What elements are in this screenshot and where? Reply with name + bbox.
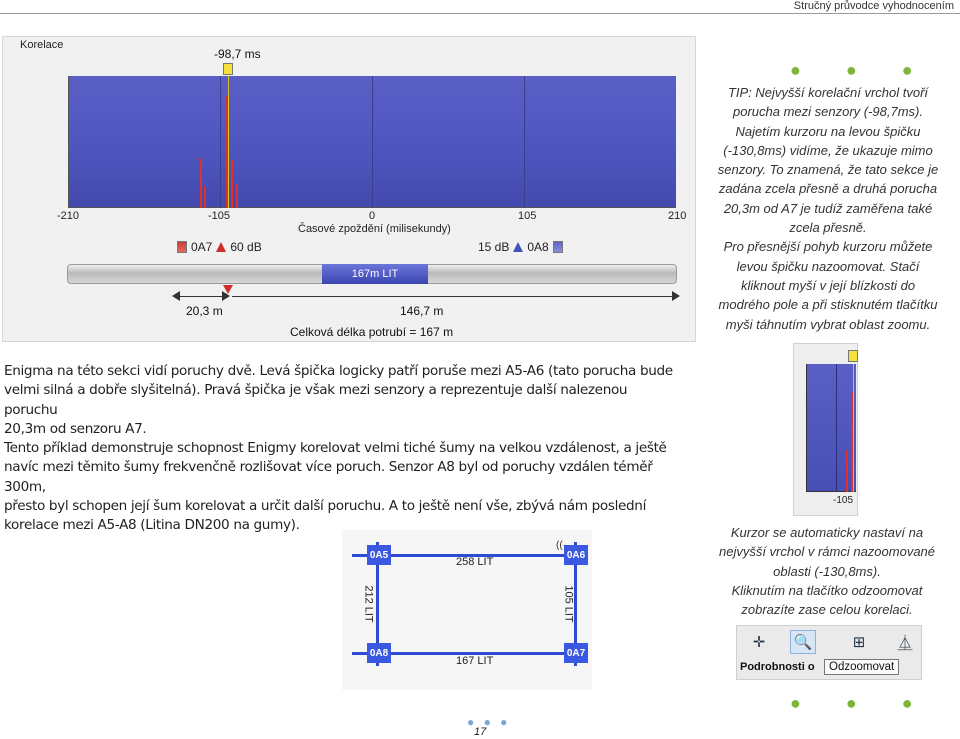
axis-label: Časové zpoždění (milisekundy)	[298, 223, 451, 235]
network-icon[interactable]: ⊞	[846, 630, 872, 654]
cursor-handle[interactable]	[223, 63, 233, 75]
tip-line: TIP: Nejvyšší korelační vrchol tvoří	[727, 85, 929, 100]
paragraph: Tento příklad demonstruje schopnost Enig…	[4, 439, 684, 535]
cursor-handle[interactable]	[848, 350, 858, 362]
sensor-level-icon	[552, 241, 563, 253]
cursor-cross-icon[interactable]: ✛	[746, 630, 772, 654]
decorative-dots: ● ● ●	[790, 693, 933, 713]
tip-line: myši táhnutím vybrat oblast zoomu.	[725, 316, 931, 332]
cursor-line	[853, 364, 854, 492]
tick-label: 210	[668, 210, 687, 222]
grid-line	[372, 76, 373, 208]
decorative-dots: ● ● ●	[790, 60, 933, 80]
paragraph: Enigma na této sekci vidí poruchy dvě. L…	[4, 362, 684, 439]
paragraph-line: 20,3m od senzoru A7.	[4, 420, 147, 437]
grid-line	[524, 76, 525, 208]
tip-line: senzory. To znamená, že tato sekce je	[717, 162, 939, 178]
zoom-caption: Kurzor se automaticky nastaví na nejvyšš…	[698, 523, 956, 619]
tick-label: -210	[57, 210, 80, 222]
tip-line: zcela přesně.	[789, 220, 867, 236]
cursor-line	[228, 76, 229, 208]
edge-label: 258 LIT	[456, 556, 494, 568]
edge-label: 105 LIT	[562, 585, 575, 623]
right-sensor-indicator: 15 dB 0A8	[478, 240, 563, 254]
tip-line: zadána zcela přesně a druhá porucha	[718, 181, 938, 197]
correlation-peak	[236, 184, 238, 208]
distance-right-label: 146,7 m	[400, 304, 444, 318]
tip-line: levou špičku nazoomovat. Stačí	[736, 258, 920, 274]
tip-line: (-130,8ms) vidíme, že ukazuje mimo	[723, 142, 933, 158]
page-number: 17	[474, 726, 487, 738]
tip-line: kliknout myší v její blízkosti do	[740, 277, 916, 293]
edge-label: 167 LIT	[456, 655, 494, 667]
paragraph-line: přesto byl schopen její šum korelovat a …	[4, 497, 646, 514]
header-divider	[0, 13, 960, 14]
sensor-level-icon	[177, 241, 187, 253]
signal-icon: ((·	[556, 540, 566, 551]
unzoom-tooltip: Odzoomovat	[824, 659, 900, 675]
sensor-name: 0A8	[527, 240, 549, 254]
sensor-node[interactable]: 0A8	[367, 643, 391, 663]
edge-label: 212 LIT	[362, 585, 375, 623]
zoom-icon[interactable]: 🔍	[790, 630, 816, 654]
spectrum-icon[interactable]: ⏅	[892, 630, 918, 654]
tick-label: 105	[518, 210, 537, 222]
arrow-right-icon	[222, 291, 230, 301]
arrow-right-icon	[672, 291, 680, 301]
paragraph-line: Tento příklad demonstruje schopnost Enig…	[4, 440, 667, 456]
details-button[interactable]: Podrobnosti o	[740, 661, 815, 673]
caption-line: Kurzor se automaticky nastaví na	[730, 525, 924, 540]
grid-line	[220, 76, 221, 208]
caption-line: nejvyšší vrchol v rámci nazoomované	[718, 544, 936, 560]
sensor-triangle-icon	[216, 242, 227, 252]
correlation-peak	[846, 450, 848, 492]
correlation-peak	[204, 186, 206, 208]
running-header: Stručný průvodce vyhodnocením	[793, 0, 954, 12]
sensor-node[interactable]: 0A5	[367, 545, 391, 565]
paragraph-line: velmi silná a dobře slyšitelná). Pravá š…	[4, 382, 628, 418]
grid-line	[836, 364, 837, 492]
caption-line: oblasti (-130,8ms).	[773, 563, 881, 579]
pipe-label: 167m LIT	[322, 264, 428, 284]
tip-line: porucha mezi senzory (-98,7ms).	[732, 104, 923, 120]
distance-left-label: 20,3 m	[186, 304, 223, 318]
tip-line: Najetím kurzoru na levou špičku	[735, 123, 921, 139]
sensor-level: 60 dB	[230, 240, 262, 254]
caption-line: Kliknutím na tlačítko odzoomovat	[731, 582, 923, 598]
correlation-peak	[231, 160, 233, 208]
left-sensor-indicator: 0A7 60 dB	[177, 240, 262, 254]
sensor-triangle-icon	[513, 242, 524, 252]
sensor-name: 0A7	[191, 240, 213, 254]
tip-line: 20,3m od A7 je tudíž zaměřena také	[723, 200, 933, 216]
measure-line	[176, 296, 226, 297]
paragraph-line: navíc mezi těmito šumy frekvenčně rozliš…	[4, 459, 653, 495]
tick-label: -105	[208, 210, 231, 222]
zoom-plot[interactable]	[806, 364, 856, 492]
cursor-value: -98,7 ms	[214, 47, 261, 61]
sensor-level: 15 dB	[478, 240, 510, 254]
paragraph-line: Enigma na této sekci vidí poruchy dvě. L…	[4, 363, 673, 379]
measure-line	[232, 296, 674, 297]
total-length-label: Celková délka potrubí = 167 m	[290, 325, 454, 339]
sensor-node[interactable]: 0A6	[564, 545, 588, 565]
tick-label: -105	[833, 495, 854, 506]
tip-line: Pro přesnější pohyb kurzoru můžete	[723, 239, 933, 255]
caption-line: zobrazíte zase celou korelaci.	[741, 602, 913, 618]
correlation-peak	[200, 158, 202, 208]
tip-text: TIP: Nejvyšší korelační vrchol tvoří por…	[700, 83, 956, 334]
tip-line: modrého pole a při stisknutém tlačítku	[718, 297, 938, 313]
correlation-peak	[851, 392, 853, 492]
sensor-node[interactable]: 0A7	[564, 643, 588, 663]
correlation-panel-title: Korelace	[20, 39, 64, 51]
tick-label: 0	[369, 210, 376, 222]
